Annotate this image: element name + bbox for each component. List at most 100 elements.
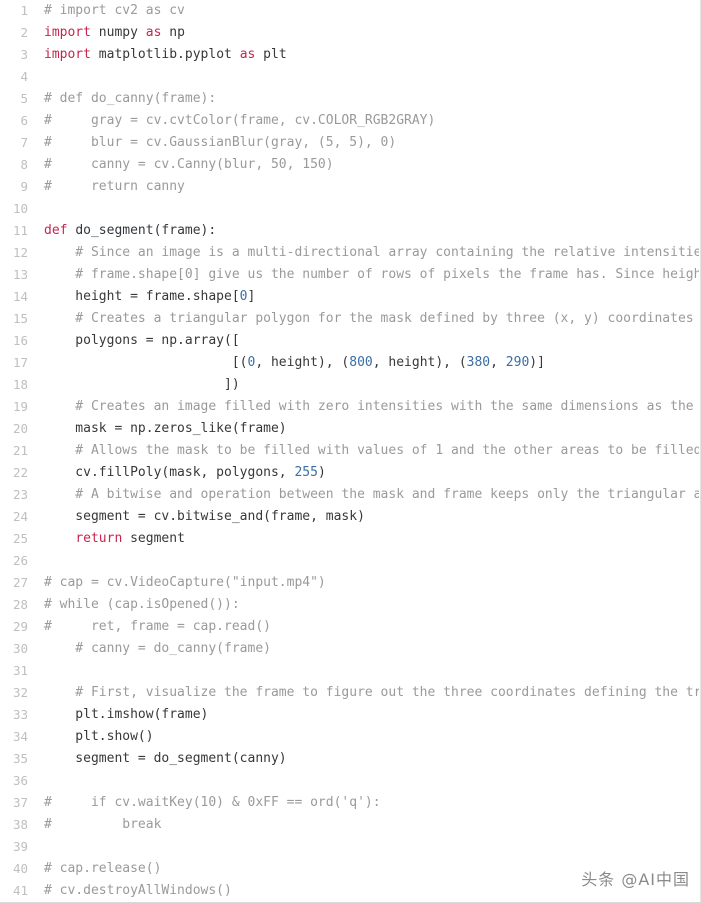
code-line[interactable]: 3 import matplotlib.pyplot as plt [0, 44, 699, 66]
line-content[interactable]: # canny = cv.Canny(blur, 50, 150) [44, 154, 334, 176]
line-content[interactable]: def do_segment(frame): [44, 220, 216, 242]
token-com: # blur = cv.GaussianBlur(gray, (5, 5), 0… [44, 135, 397, 150]
token-id: plt [255, 47, 287, 62]
line-number: 5 [20, 91, 28, 106]
line-content[interactable]: import numpy as np [44, 22, 185, 44]
line-content[interactable]: # cv.destroyAllWindows() [44, 880, 232, 901]
line-content[interactable]: # return canny [44, 176, 185, 198]
code-editor[interactable]: 1 # import cv2 as cv 2 import numpy as np 3 i… [0, 0, 699, 901]
code-line[interactable]: 9 # return canny [0, 176, 699, 198]
line-content[interactable]: # First, visualize the frame to figure o… [44, 682, 699, 704]
code-line[interactable]: 4 [0, 66, 699, 88]
code-line[interactable]: 14 height = frame.shape[0] [0, 286, 699, 308]
code-line[interactable]: 39 [0, 836, 699, 858]
code-line[interactable]: 28 # while (cap.isOpened()): [0, 594, 699, 616]
token-kw: as [145, 25, 162, 40]
line-content[interactable]: # Creates an image filled with zero inte… [44, 396, 699, 418]
code-line[interactable]: 7 # blur = cv.GaussianBlur(gray, (5, 5), … [0, 132, 699, 154]
line-content[interactable]: plt.imshow(frame) [44, 704, 208, 726]
line-content[interactable]: # ret, frame = cap.read() [44, 616, 271, 638]
code-line[interactable]: 16 polygons = np.array([ [0, 330, 699, 352]
code-line[interactable]: 30 # canny = do_canny(frame) [0, 638, 699, 660]
line-content[interactable]: # blur = cv.GaussianBlur(gray, (5, 5), 0… [44, 132, 396, 154]
code-line[interactable]: 33 plt.imshow(frame) [0, 704, 699, 726]
line-content[interactable]: # while (cap.isOpened()): [44, 594, 240, 616]
line-content[interactable]: # def do_canny(frame): [44, 88, 216, 110]
code-line[interactable]: 25 return segment [0, 528, 699, 550]
code-line[interactable]: 13 # frame.shape[0] give us the number o… [0, 264, 699, 286]
line-content[interactable]: plt.show() [44, 726, 154, 748]
code-line[interactable]: 1 # import cv2 as cv [0, 0, 699, 22]
line-content[interactable]: # break [44, 814, 161, 836]
line-number: 13 [12, 267, 28, 282]
line-content[interactable]: # import cv2 as cv [44, 0, 185, 22]
code-line[interactable]: 29 # ret, frame = cap.read() [0, 616, 699, 638]
line-content[interactable]: # cap = cv.VideoCapture("input.mp4") [44, 572, 326, 594]
line-content[interactable]: segment = cv.bitwise_and(frame, mask) [44, 506, 365, 528]
code-line[interactable]: 11 def do_segment(frame): [0, 220, 699, 242]
code-line[interactable]: 37 # if cv.waitKey(10) & 0xFF == ord('q')… [0, 792, 699, 814]
line-content[interactable]: # Since an image is a multi-directional … [44, 242, 699, 264]
code-line[interactable]: 17 [(0, height), (800, height), (380, 29… [0, 352, 699, 374]
line-content[interactable]: # canny = do_canny(frame) [44, 638, 271, 660]
token-num: 380 [466, 355, 491, 370]
code-line[interactable]: 22 cv.fillPoly(mask, polygons, 255) [0, 462, 699, 484]
line-content[interactable]: # gray = cv.cvtColor(frame, cv.COLOR_RGB… [44, 110, 435, 132]
token-num: 800 [349, 355, 373, 370]
token-com: # Since an image is a multi-directional … [44, 245, 699, 260]
token-id: (frame): [153, 223, 217, 238]
code-line[interactable]: 19 # Creates an image filled with zero i… [0, 396, 699, 418]
code-line[interactable]: 12 # Since an image is a multi-direction… [0, 242, 699, 264]
code-line[interactable]: 18 ]) [0, 374, 699, 396]
code-line[interactable]: 36 [0, 770, 699, 792]
line-content[interactable]: return segment [44, 528, 185, 550]
code-line[interactable]: 23 # A bitwise and operation between the… [0, 484, 699, 506]
code-line[interactable]: 6 # gray = cv.cvtColor(frame, cv.COLOR_RG… [0, 110, 699, 132]
code-line[interactable]: 20 mask = np.zeros_like(frame) [0, 418, 699, 440]
code-line[interactable]: 26 [0, 550, 699, 572]
token-id: plt.show() [44, 729, 154, 744]
line-number: 29 [12, 619, 28, 634]
token-kw: def [44, 223, 68, 238]
line-content[interactable]: # if cv.waitKey(10) & 0xFF == ord('q'): [44, 792, 381, 814]
code-line[interactable]: 34 plt.show() [0, 726, 699, 748]
line-content[interactable]: mask = np.zeros_like(frame) [44, 418, 286, 440]
code-line[interactable]: 35 segment = do_segment(canny) [0, 748, 699, 770]
line-content[interactable]: # Creates a triangular polygon for the m… [44, 308, 693, 330]
code-line[interactable]: 31 [0, 660, 699, 682]
code-line[interactable]: 32 # First, visualize the frame to figur… [0, 682, 699, 704]
line-number: 40 [12, 861, 28, 876]
code-line[interactable]: 5 # def do_canny(frame): [0, 88, 699, 110]
watermark-label: 头条 @AI中国 [581, 870, 690, 889]
line-content[interactable]: # cap.release() [44, 858, 161, 880]
line-content[interactable]: cv.fillPoly(mask, polygons, 255) [44, 462, 325, 484]
code-line[interactable]: 24 segment = cv.bitwise_and(frame, mask) [0, 506, 699, 528]
line-content[interactable]: # frame.shape[0] give us the number of r… [44, 264, 699, 286]
line-content[interactable]: # Allows the mask to be filled with valu… [44, 440, 699, 462]
token-com: # canny = do_canny(frame) [44, 641, 271, 656]
line-number: 36 [12, 773, 28, 788]
line-content[interactable]: # A bitwise and operation between the ma… [44, 484, 699, 506]
code-line[interactable]: 2 import numpy as np [0, 22, 699, 44]
token-com: # def do_canny(frame): [44, 91, 217, 106]
line-content[interactable]: height = frame.shape[0] [44, 286, 255, 308]
line-content[interactable]: [(0, height), (800, height), (380, 290)] [44, 352, 545, 374]
code-line[interactable]: 8 # canny = cv.Canny(blur, 50, 150) [0, 154, 699, 176]
line-content[interactable]: polygons = np.array([ [44, 330, 239, 352]
line-number: 24 [12, 509, 28, 524]
token-com: # break [44, 817, 162, 832]
token-id: segment = do_segment(canny) [44, 751, 287, 766]
line-content[interactable]: ]) [44, 374, 240, 396]
code-line[interactable]: 38 # break [0, 814, 699, 836]
code-line[interactable]: 15 # Creates a triangular polygon for th… [0, 308, 699, 330]
code-line[interactable]: 10 [0, 198, 699, 220]
line-content[interactable]: segment = do_segment(canny) [44, 748, 287, 770]
token-id: segment [122, 531, 185, 546]
token-com: # ret, frame = cap.read() [44, 619, 271, 634]
token-id: , height), ( [372, 355, 467, 370]
token-com: # cv.destroyAllWindows() [44, 883, 232, 898]
line-content[interactable]: import matplotlib.pyplot as plt [44, 44, 287, 66]
code-line[interactable]: 21 # Allows the mask to be filled with v… [0, 440, 699, 462]
line-number: 37 [12, 795, 28, 810]
code-line[interactable]: 27 # cap = cv.VideoCapture("input.mp4") [0, 572, 699, 594]
